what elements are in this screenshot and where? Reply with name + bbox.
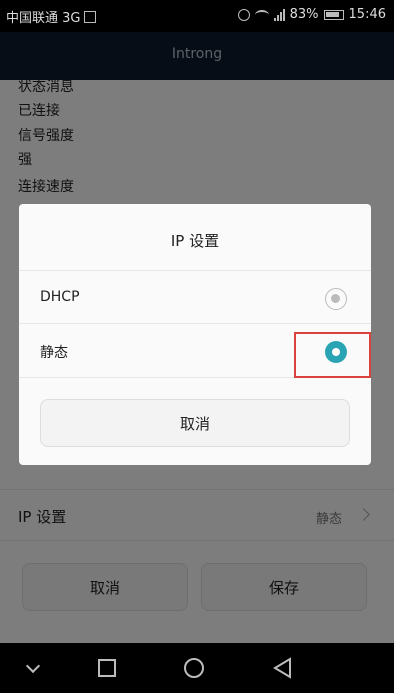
navigation-bar (0, 643, 394, 693)
carrier-group: 中国联通 3G (6, 7, 97, 26)
back-icon[interactable] (25, 658, 41, 674)
radio-unselected-icon[interactable] (325, 288, 347, 310)
battery-percent: 83% (289, 7, 319, 22)
back-triangle-icon[interactable] (272, 657, 292, 679)
clock: 15:46 (348, 7, 386, 22)
option-label: 静态 (40, 345, 68, 361)
alarm-icon (237, 8, 250, 21)
highlight-annotation-box (294, 332, 371, 378)
signal-icon (273, 8, 285, 21)
option-dhcp[interactable]: DHCP (19, 270, 371, 324)
dialog-title: IP 设置 (170, 232, 220, 250)
wifi-icon (254, 9, 269, 20)
ip-settings-dialog: IP 设置 DHCP 静态 取消 (19, 204, 371, 465)
dialog-cancel-button[interactable]: 取消 (40, 399, 350, 447)
battery-icon (323, 9, 344, 20)
status-right: 83% 15:46 (237, 7, 386, 22)
option-label: DHCP (40, 289, 80, 305)
status-bar: 中国联通 3G 83% 15:46 (0, 0, 394, 32)
image-icon (84, 10, 97, 23)
recent-apps-icon[interactable] (98, 659, 116, 677)
home-icon[interactable] (184, 658, 204, 678)
carrier-text: 中国联通 3G (6, 11, 81, 26)
